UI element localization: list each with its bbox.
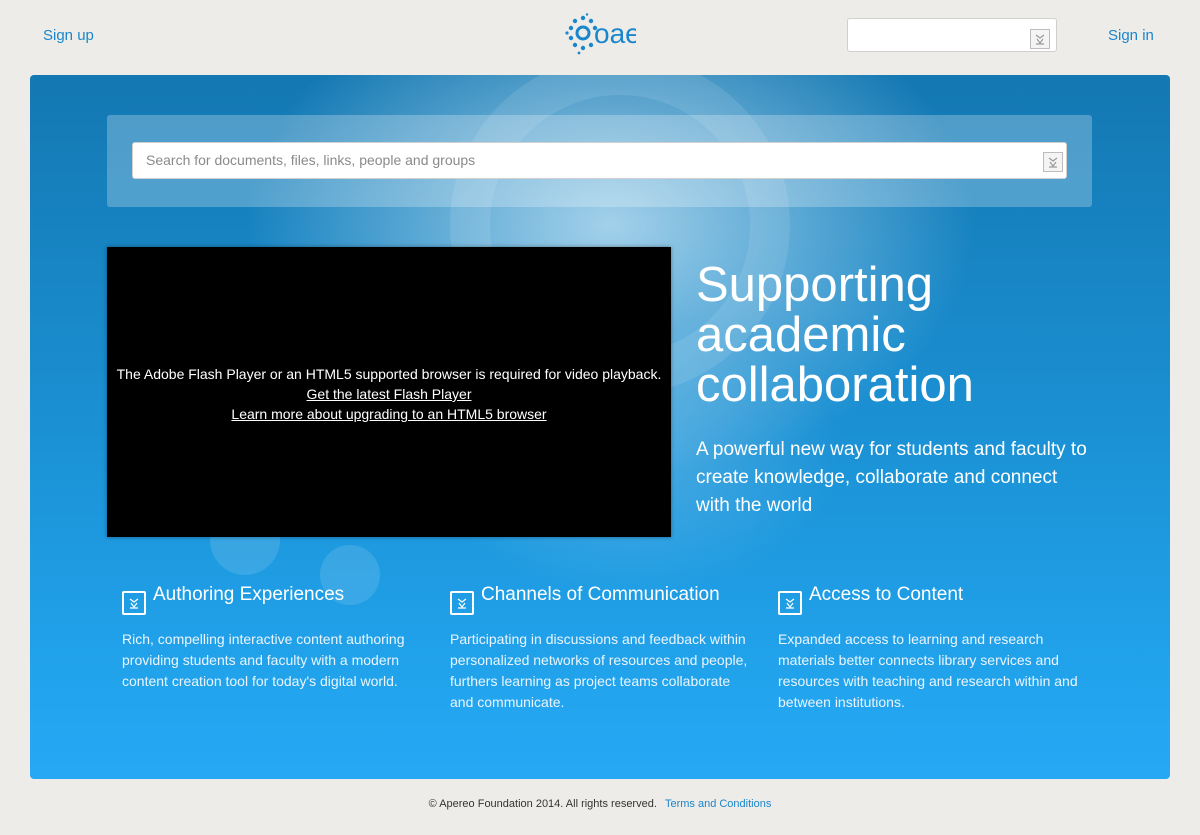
broken-image-icon[interactable] [1030,29,1050,49]
feature-title: Authoring Experiences [153,584,345,605]
main-search-input[interactable] [146,149,1026,171]
video-message: The Adobe Flash Player or an HTML5 suppo… [107,364,671,424]
feature-description: Rich, compelling interactive content aut… [122,631,405,689]
video-player[interactable]: The Adobe Flash Player or an HTML5 suppo… [107,247,671,537]
html5-browser-link[interactable]: Learn more about upgrading to an HTML5 b… [231,404,546,424]
feature-description: Participating in discussions and feedbac… [450,631,748,710]
main-search-box[interactable] [132,142,1067,179]
top-bar: Sign up oae Sign in [0,0,1200,75]
copyright-text: © Apereo Foundation 2014. All rights res… [428,798,657,810]
video-unsupported-text: The Adobe Flash Player or an HTML5 suppo… [116,366,662,382]
header-search-input[interactable] [854,25,1024,45]
flash-player-link[interactable]: Get the latest Flash Player [307,384,472,404]
logo-icon: oae [565,13,641,55]
sign-up-link[interactable]: Sign up [43,27,94,44]
hero-headline: Supporting academic collaboration [696,258,974,412]
broken-image-icon [122,591,146,615]
feature-title: Access to Content [809,584,964,605]
sign-in-link[interactable]: Sign in [1108,27,1154,44]
feature-description: Expanded access to learning and research… [778,631,1078,710]
broken-image-icon[interactable] [1043,152,1063,172]
hero-subheadline: A powerful new way for students and facu… [696,439,1087,516]
broken-image-icon [450,591,474,615]
terms-link[interactable]: Terms and Conditions [665,798,771,810]
hero-panel: The Adobe Flash Player or an HTML5 suppo… [30,75,1170,779]
broken-image-icon [778,591,802,615]
search-band [107,115,1092,207]
logo-text: oae [594,18,636,49]
footer: © Apereo Foundation 2014. All rights res… [0,798,1200,810]
feature-title: Channels of Communication [481,584,720,605]
header-search-box[interactable] [847,18,1057,52]
oae-logo[interactable]: oae [564,13,641,57]
